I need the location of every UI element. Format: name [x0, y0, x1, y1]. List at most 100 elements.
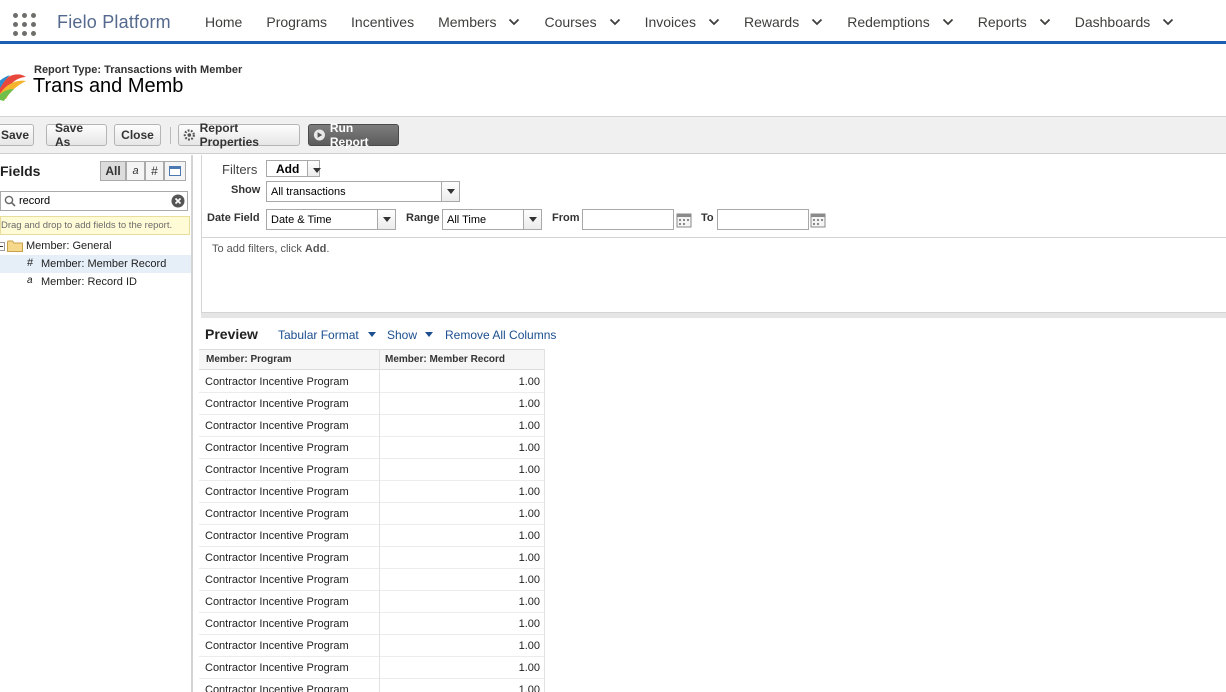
tree-item-label: Member: Record ID: [41, 276, 137, 288]
drag-drop-hint: Drag and drop to add fields to the repor…: [0, 216, 190, 235]
column-header-member-record[interactable]: Member: Member Record: [385, 354, 505, 365]
field-filter-all-button[interactable]: All: [100, 161, 126, 181]
chevron-down-icon[interactable]: [811, 16, 823, 28]
nav-item-home[interactable]: Home: [193, 0, 254, 44]
nav-item-label: Courses: [544, 14, 597, 30]
field-search-input[interactable]: record: [0, 191, 188, 211]
show-select[interactable]: All transactions: [266, 181, 460, 202]
from-calendar-icon[interactable]: [676, 213, 692, 228]
cell-program: Contractor Incentive Program: [205, 398, 349, 410]
chevron-down-icon[interactable]: [1039, 16, 1051, 28]
app-name: Fielo Platform: [57, 12, 171, 32]
nav-item-label: Programs: [266, 14, 328, 30]
chevron-down-icon: [307, 161, 321, 176]
nav-item-invoices[interactable]: Invoices: [633, 0, 732, 44]
table-row: Contractor Incentive Program 1.00: [199, 591, 545, 613]
chevron-down-icon[interactable]: [508, 16, 520, 28]
cell-member-record: 1.00: [518, 662, 540, 674]
fields-title: Fields: [0, 163, 41, 179]
chevron-down-icon: [377, 210, 395, 229]
nav-item-label: Reports: [977, 14, 1027, 30]
nav-item-dashboards[interactable]: Dashboards: [1063, 0, 1187, 44]
tree-folder-member-general[interactable]: Member: General: [0, 237, 191, 255]
nav-item-rewards[interactable]: Rewards: [732, 0, 835, 44]
run-report-button[interactable]: Run Report: [308, 121, 399, 149]
from-label: From: [552, 212, 580, 224]
run-report-label: Run Report: [329, 121, 369, 149]
nav-item-label: Members: [438, 14, 497, 30]
table-row: Contractor Incentive Program 1.00: [199, 371, 545, 393]
column-separator: [379, 349, 380, 692]
nav-item-courses[interactable]: Courses: [532, 0, 632, 44]
date-field-value: Date & Time: [271, 214, 332, 226]
cell-program: Contractor Incentive Program: [205, 508, 349, 520]
chevron-down-icon[interactable]: [609, 16, 621, 28]
nav-item-incentives[interactable]: Incentives: [339, 0, 426, 44]
from-date-input[interactable]: [582, 209, 674, 230]
clear-search-icon[interactable]: [171, 194, 185, 208]
chevron-down-icon[interactable]: [942, 16, 954, 28]
cell-program: Contractor Incentive Program: [205, 640, 349, 652]
remove-all-columns-link[interactable]: Remove All Columns: [445, 328, 556, 342]
number-field-icon: #: [27, 257, 34, 269]
save-button[interactable]: Save: [0, 124, 34, 146]
chevron-down-icon: [441, 182, 459, 201]
toolbar-separator: [170, 127, 171, 144]
save-as-button[interactable]: Save As: [46, 121, 107, 149]
tree-item-label: Member: Member Record: [41, 258, 167, 270]
table-row: Contractor Incentive Program 1.00: [199, 547, 545, 569]
tree-item-member-record-id[interactable]: a Member: Record ID: [0, 273, 191, 291]
show-dropdown-icon[interactable]: [425, 332, 433, 337]
nav-item-label: Home: [205, 14, 243, 30]
column-header-program[interactable]: Member: Program: [206, 354, 292, 365]
to-date-input[interactable]: [717, 209, 809, 230]
gear-icon: [183, 129, 195, 141]
tree-item-member-member-record[interactable]: # Member: Member Record: [0, 255, 191, 273]
app-launcher-icon[interactable]: [13, 13, 36, 36]
filters-divider: [202, 237, 1226, 238]
cell-program: Contractor Incentive Program: [205, 684, 349, 692]
chevron-down-icon[interactable]: [708, 16, 720, 28]
close-button[interactable]: Close: [114, 124, 161, 146]
show-link[interactable]: Show: [387, 328, 417, 342]
add-filter-label: Add: [276, 162, 300, 176]
column-separator: [544, 349, 545, 692]
preview-panel: Preview Tabular Format Show Remove All C…: [199, 318, 1226, 692]
nav-item-programs[interactable]: Programs: [254, 0, 339, 44]
cell-member-record: 1.00: [518, 398, 540, 410]
field-filter-text-button[interactable]: a: [126, 161, 145, 181]
calendar-icon: [169, 166, 181, 176]
report-toolbar: Save Save As Close Report Properties Run…: [0, 117, 1226, 154]
field-filter-number-button[interactable]: #: [145, 161, 164, 181]
table-row: Contractor Incentive Program 1.00: [199, 657, 545, 679]
nav-item-members[interactable]: Members: [426, 0, 532, 44]
top-navigation-bar: Fielo Platform Home Programs Incentives Mem…: [0, 0, 1226, 44]
cell-member-record: 1.00: [518, 684, 540, 692]
cell-member-record: 1.00: [518, 420, 540, 432]
table-row: Contractor Incentive Program 1.00: [199, 569, 545, 591]
nav-item-reports[interactable]: Reports: [966, 0, 1063, 44]
date-field-label: Date Field: [207, 212, 260, 224]
show-value: All transactions: [271, 186, 346, 198]
cell-program: Contractor Incentive Program: [205, 574, 349, 586]
filters-hint: To add filters, click Add.: [212, 243, 329, 255]
format-dropdown-icon[interactable]: [368, 332, 376, 337]
search-icon: [4, 195, 16, 207]
nav-item-label: Redemptions: [847, 14, 930, 30]
cell-member-record: 1.00: [518, 552, 540, 564]
date-field-select[interactable]: Date & Time: [266, 209, 396, 230]
tabular-format-link[interactable]: Tabular Format: [278, 328, 359, 342]
chevron-down-icon[interactable]: [1162, 16, 1174, 28]
report-properties-button[interactable]: Report Properties: [178, 121, 300, 149]
range-select[interactable]: All Time: [442, 209, 542, 230]
to-calendar-icon[interactable]: [810, 213, 826, 228]
cell-program: Contractor Incentive Program: [205, 662, 349, 674]
add-filter-dropdown[interactable]: Add: [266, 160, 321, 177]
range-label: Range: [406, 212, 440, 224]
show-label: Show: [231, 184, 261, 196]
nav-item-redemptions[interactable]: Redemptions: [835, 0, 966, 44]
field-filter-date-button[interactable]: [164, 161, 186, 181]
collapse-icon[interactable]: [0, 241, 5, 251]
filters-hint-prefix: To add filters, click: [212, 243, 305, 255]
tree-folder-label: Member: General: [26, 240, 112, 252]
